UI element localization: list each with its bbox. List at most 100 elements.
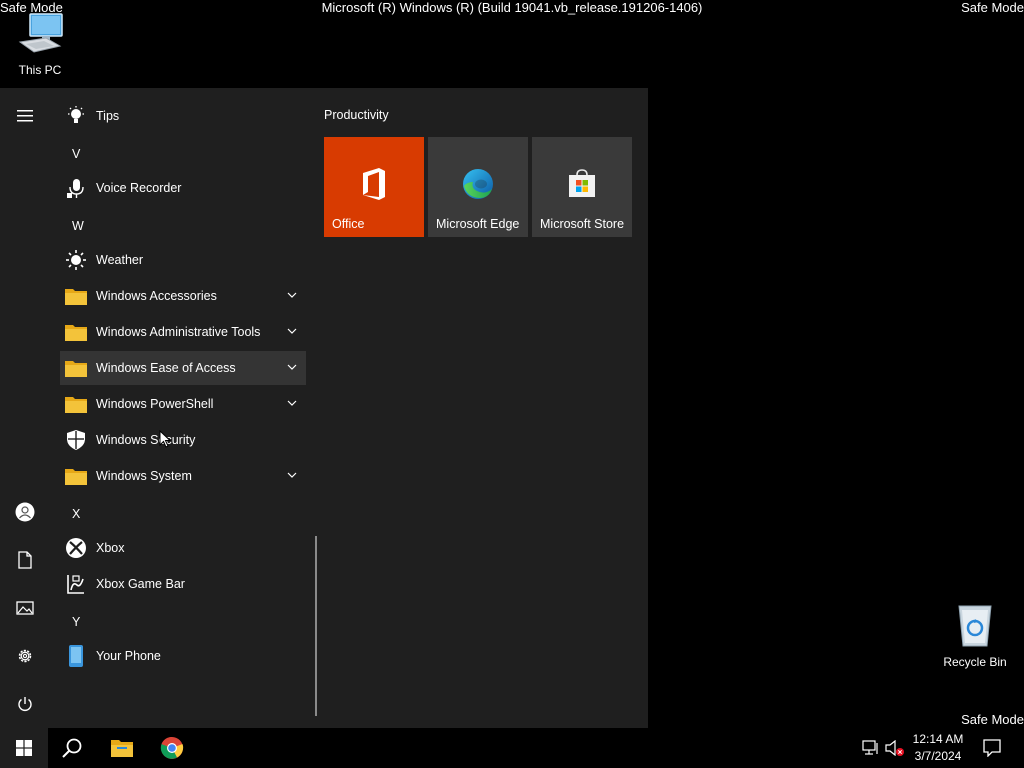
volume-status[interactable]: [884, 728, 906, 768]
folder-icon: [65, 325, 87, 341]
folder-icon: [65, 361, 87, 377]
app-folder-windows-administrative-tools[interactable]: Windows Administrative Tools: [60, 315, 306, 349]
expand-menu-button[interactable]: [0, 94, 50, 138]
letter-label: W: [72, 219, 84, 233]
folder-icon: [65, 289, 87, 305]
app-label: Windows System: [96, 469, 192, 483]
account-button[interactable]: [0, 490, 50, 534]
section-letter-v[interactable]: V: [60, 139, 112, 169]
picture-icon: [16, 601, 34, 615]
app-item-weather[interactable]: Weather: [60, 243, 306, 277]
letter-label: Y: [72, 615, 81, 629]
app-item-your-phone[interactable]: Your Phone: [60, 639, 306, 673]
app-item-xbox[interactable]: Xbox: [60, 531, 306, 565]
app-item-tips[interactable]: Tips: [60, 99, 306, 133]
desktop-icon-this-pc[interactable]: This PC: [0, 12, 80, 77]
search-button[interactable]: [50, 728, 94, 768]
notification-icon: [983, 739, 1001, 757]
tile-label: Microsoft Edge: [436, 217, 520, 231]
desktop-icon-recycle-bin[interactable]: Recycle Bin: [935, 602, 1015, 669]
build-string: Microsoft (R) Windows (R) (Build 19041.v…: [321, 0, 703, 15]
app-label: Your Phone: [96, 649, 161, 663]
app-label: Windows Ease of Access: [96, 361, 236, 375]
tile-label: Office: [332, 217, 365, 231]
folder-icon: [65, 397, 87, 413]
section-letter-y[interactable]: Y: [60, 607, 112, 637]
clock-date: 3/7/2024: [914, 749, 962, 763]
tile-office[interactable]: Office: [324, 137, 424, 237]
safe-mode-label-bottom-right: Safe Mode: [961, 712, 1024, 727]
app-label: Windows PowerShell: [96, 397, 214, 411]
app-label: Windows Accessories: [96, 289, 217, 303]
microphone-icon: [67, 179, 84, 198]
xbox-icon: [66, 538, 86, 558]
recycle-bin-icon: [958, 605, 992, 647]
power-icon: [18, 697, 32, 711]
desktop-icon-label: This PC: [18, 63, 62, 77]
taskbar: 12:14 AM 3/7/2024: [0, 728, 1024, 768]
power-button[interactable]: [0, 682, 50, 726]
shield-icon: [67, 430, 85, 450]
app-label: Tips: [96, 109, 120, 123]
app-item-xbox-game-bar[interactable]: Xbox Game Bar: [60, 567, 306, 601]
edge-icon: [463, 169, 493, 199]
clock-time: 12:14 AM: [912, 732, 964, 746]
tile-microsoft-store[interactable]: Microsoft Store: [532, 137, 632, 237]
app-folder-windows-ease-of-access[interactable]: Windows Ease of Access: [60, 351, 306, 385]
user-icon: [15, 502, 35, 522]
app-folder-windows-accessories[interactable]: Windows Accessories: [60, 279, 306, 313]
app-label: Weather: [96, 253, 144, 267]
windows-logo-icon: [16, 740, 32, 756]
app-label: Voice Recorder: [96, 181, 182, 195]
network-icon: [862, 740, 878, 755]
taskbar-clock[interactable]: 12:14 AM 3/7/2024: [906, 731, 970, 765]
documents-button[interactable]: [0, 538, 50, 582]
gear-icon: [18, 649, 32, 663]
phone-icon: [69, 645, 83, 667]
office-icon: [363, 168, 385, 200]
tile-microsoft-edge[interactable]: Microsoft Edge: [428, 137, 528, 237]
pictures-button[interactable]: [0, 586, 50, 630]
chevron-down-icon[interactable]: [286, 469, 298, 481]
section-letter-x[interactable]: X: [60, 499, 112, 529]
letter-label: V: [72, 147, 81, 161]
app-list-scrollbar[interactable]: [315, 536, 317, 716]
app-folder-windows-powershell[interactable]: Windows PowerShell: [60, 387, 306, 421]
hamburger-icon: [17, 110, 33, 122]
desktop-icon-label: Recycle Bin: [943, 655, 1007, 669]
app-list: Tips V Voice Recorder W Weather Windows …: [60, 88, 306, 728]
chrome-icon: [160, 736, 184, 759]
mouse-cursor-icon: [159, 430, 171, 448]
file-explorer-icon: [111, 740, 133, 757]
game-bar-icon: [67, 575, 84, 594]
app-label: Xbox: [96, 541, 125, 555]
taskbar-file-explorer[interactable]: [100, 728, 144, 768]
lightbulb-icon: [68, 106, 84, 123]
app-label: Windows Security: [96, 433, 196, 447]
start-button[interactable]: [0, 728, 48, 768]
taskbar-chrome[interactable]: [150, 728, 194, 768]
document-icon: [18, 551, 32, 569]
computer-icon: [18, 13, 63, 53]
section-letter-w[interactable]: W: [60, 211, 112, 241]
action-center-button[interactable]: [978, 728, 1006, 768]
app-item-voice-recorder[interactable]: Voice Recorder: [60, 171, 306, 205]
settings-button[interactable]: [0, 634, 50, 678]
tile-group-title[interactable]: Productivity: [324, 108, 389, 122]
sun-icon: [66, 250, 86, 270]
app-label: Xbox Game Bar: [96, 577, 185, 591]
chevron-down-icon[interactable]: [286, 361, 298, 373]
tile-label: Microsoft Store: [540, 217, 625, 231]
app-item-windows-security[interactable]: Windows Security: [60, 423, 306, 457]
start-menu-rail: [0, 88, 50, 728]
network-status[interactable]: [860, 728, 882, 768]
store-icon: [569, 169, 595, 197]
chevron-down-icon[interactable]: [286, 289, 298, 301]
folder-icon: [65, 469, 87, 485]
start-menu: Tips V Voice Recorder W Weather Windows …: [0, 88, 648, 728]
app-folder-windows-system[interactable]: Windows System: [60, 459, 306, 493]
app-label: Windows Administrative Tools: [96, 325, 261, 339]
search-icon: [62, 738, 82, 758]
chevron-down-icon[interactable]: [286, 397, 298, 409]
chevron-down-icon[interactable]: [286, 325, 298, 337]
